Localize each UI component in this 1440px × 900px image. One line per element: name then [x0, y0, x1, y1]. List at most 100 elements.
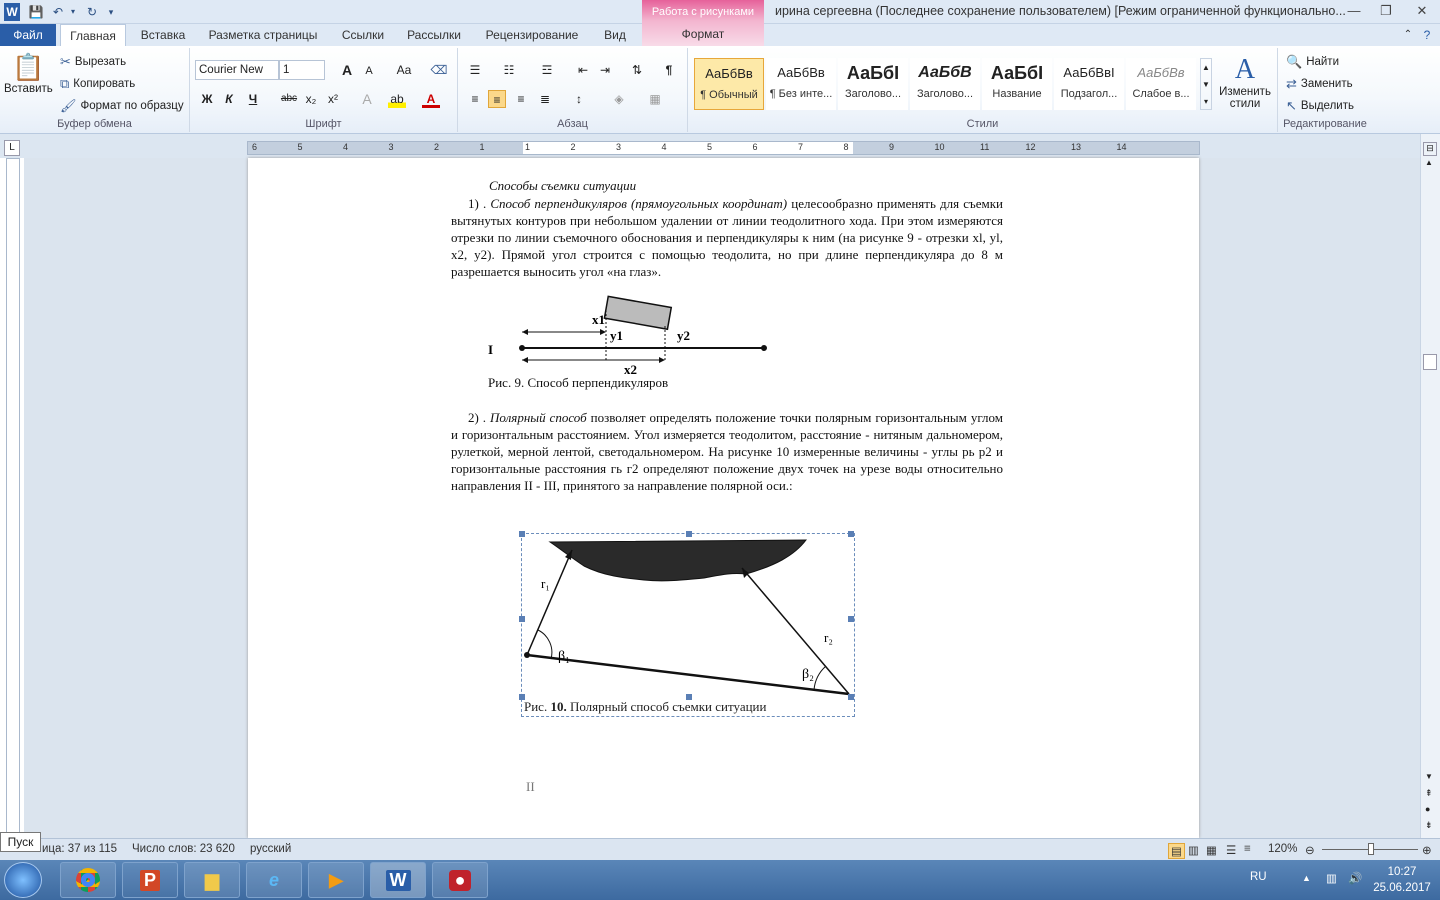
clock-time[interactable]: 10:27 — [1372, 866, 1432, 878]
style-heading1[interactable]: АаБбI Заголово... — [838, 58, 908, 110]
change-case-button[interactable]: Aa — [390, 61, 418, 79]
shading-icon[interactable]: ◈ — [610, 90, 628, 108]
resize-handle[interactable] — [519, 531, 525, 537]
strikethrough-button[interactable]: abc — [278, 90, 300, 108]
tab-home[interactable]: Главная — [60, 24, 126, 47]
start-button[interactable] — [4, 862, 42, 898]
font-name-select[interactable]: Courier New — [195, 60, 279, 80]
styles-scroll-icon[interactable]: ▲ ▼ ▾ — [1200, 58, 1212, 110]
underline-button[interactable]: Ч — [244, 90, 262, 108]
redo-icon[interactable]: ↻ — [84, 3, 100, 21]
cut-button[interactable]: ✂ Вырезать — [60, 54, 126, 70]
highlight-icon[interactable]: ab — [388, 90, 406, 108]
record-app-icon[interactable]: ● — [432, 862, 488, 898]
resize-handle[interactable] — [848, 531, 854, 537]
reading-view-icon[interactable]: ▥ — [1188, 843, 1199, 857]
volume-icon[interactable]: 🔊 — [1348, 871, 1362, 885]
style-normal[interactable]: АаБбВв ¶ Обычный — [694, 58, 764, 110]
scroll-thumb[interactable] — [1423, 354, 1437, 370]
view-ruler-icon[interactable]: ⊟ — [1423, 142, 1437, 156]
sort-icon[interactable]: ⇅ — [628, 61, 646, 79]
show-marks-icon[interactable]: ¶ — [660, 61, 678, 79]
paragraph-2[interactable]: 2) . Полярный способ позволяет определят… — [451, 409, 1003, 494]
tab-view[interactable]: Вид — [596, 24, 634, 46]
tab-insert[interactable]: Вставка — [134, 24, 192, 46]
resize-handle[interactable] — [848, 694, 854, 700]
align-right-icon[interactable]: ≡ — [512, 90, 530, 108]
help-caret-icon[interactable]: ⌃ — [1400, 24, 1416, 46]
resize-handle[interactable] — [686, 531, 692, 537]
font-color-icon[interactable]: A — [422, 90, 440, 108]
change-styles-button[interactable]: A Изменить стили — [1216, 54, 1274, 110]
word-app-icon[interactable]: W — [4, 3, 20, 21]
minimize-icon[interactable]: — — [1340, 2, 1368, 20]
language-indicator[interactable]: RU — [1250, 871, 1267, 883]
find-button[interactable]: 🔍 Найти — [1286, 54, 1339, 70]
customize-qat-icon[interactable]: ▾ — [106, 3, 116, 21]
justify-icon[interactable]: ≣ — [536, 90, 554, 108]
numbering-icon[interactable]: ☷ — [500, 61, 518, 79]
figure-9-diagram[interactable]: x1 y1 y2 x2 I — [484, 292, 784, 378]
decrease-indent-icon[interactable]: ⇤ — [574, 61, 592, 79]
context-tab-picture-tools[interactable]: Работа с рисунками Формат — [642, 0, 764, 46]
replace-button[interactable]: ⇄ Заменить — [1286, 76, 1353, 92]
tab-file[interactable]: Файл — [0, 24, 56, 46]
tab-selector-icon[interactable]: L — [4, 140, 20, 156]
tray-expand-icon[interactable]: ▲ — [1302, 873, 1311, 883]
multilevel-list-icon[interactable]: ☲ — [538, 61, 556, 79]
web-view-icon[interactable]: ▦ — [1206, 843, 1217, 857]
line-spacing-icon[interactable]: ↕ — [570, 90, 588, 108]
vertical-ruler[interactable] — [6, 158, 20, 838]
horizontal-ruler[interactable]: 6 5 4 3 2 1 1 2 3 4 5 6 7 8 9 10 11 12 13 14 — [247, 141, 1200, 155]
bold-button[interactable]: Ж — [198, 90, 216, 108]
tab-mailings[interactable]: Рассылки — [400, 24, 468, 46]
clock-date[interactable]: 25.06.2017 — [1364, 882, 1440, 894]
style-no-spacing[interactable]: АаБбВв ¶ Без инте... — [766, 58, 836, 110]
figure-10-selection[interactable]: r₁ r₂ β₁ β₂ Рис. 10. Полярный способ съе… — [519, 531, 855, 717]
resize-handle[interactable] — [519, 616, 525, 622]
prev-page-icon[interactable]: ⇞ — [1425, 788, 1433, 799]
shrink-font-button[interactable]: A — [360, 62, 378, 80]
zoom-level[interactable]: 120% — [1268, 843, 1297, 855]
media-player-icon[interactable]: ▶ — [308, 862, 364, 898]
paragraph-1[interactable]: 1) . Способ перпендикуляров (прямоугольн… — [451, 195, 1003, 280]
print-layout-icon[interactable]: ▤ — [1168, 843, 1185, 859]
explorer-icon[interactable]: ▆ — [184, 862, 240, 898]
word-taskbar-icon[interactable]: W — [370, 862, 426, 898]
style-subtitle[interactable]: АаБбВвI Подзагол... — [1054, 58, 1124, 110]
internet-explorer-icon[interactable]: e — [246, 862, 302, 898]
zoom-out-icon[interactable]: ⊖ — [1305, 843, 1315, 857]
page-counter[interactable]: ица: 37 из 115 — [42, 843, 117, 855]
font-size-select[interactable]: 1 — [279, 60, 325, 80]
resize-handle[interactable] — [848, 616, 854, 622]
increase-indent-icon[interactable]: ⇥ — [596, 61, 614, 79]
grow-font-button[interactable]: A — [338, 61, 356, 79]
borders-icon[interactable]: ▦ — [646, 90, 664, 108]
superscript-button[interactable]: x² — [324, 90, 342, 108]
undo-icon[interactable]: ↶ — [50, 3, 66, 21]
undo-dropdown-icon[interactable]: ▾ — [68, 3, 78, 21]
powerpoint-icon[interactable]: P — [122, 862, 178, 898]
style-title[interactable]: АаБбI Название — [982, 58, 1052, 110]
zoom-in-icon[interactable]: ⊕ — [1422, 843, 1432, 857]
clear-format-icon[interactable]: ⌫ — [430, 61, 448, 79]
tab-references[interactable]: Ссылки — [334, 24, 392, 46]
browse-object-icon[interactable]: ● — [1425, 804, 1430, 814]
outline-view-icon[interactable]: ☰ — [1226, 843, 1236, 857]
tab-review[interactable]: Рецензирование — [478, 24, 586, 46]
draft-view-icon[interactable]: ≡ — [1244, 843, 1251, 855]
scroll-down-icon[interactable]: ▼ — [1425, 772, 1433, 781]
bullets-icon[interactable]: ☰ — [466, 61, 484, 79]
style-subtle[interactable]: АаБбВв Слабое в... — [1126, 58, 1196, 110]
format-painter-button[interactable]: 🖌 Формат по образцу — [60, 98, 184, 114]
zoom-slider-thumb[interactable] — [1368, 843, 1374, 855]
scroll-up-icon[interactable]: ▲ — [1425, 158, 1433, 167]
tab-format[interactable]: Формат — [642, 27, 764, 41]
chrome-icon[interactable] — [60, 862, 116, 898]
style-heading2[interactable]: АаБбВ Заголово... — [910, 58, 980, 110]
next-page-icon[interactable]: ⇟ — [1425, 820, 1433, 831]
vertical-scrollbar[interactable]: ⊟ ▲ ▼ ⇞ ● ⇟ — [1420, 134, 1440, 838]
tab-page-layout[interactable]: Разметка страницы — [200, 24, 326, 46]
align-left-icon[interactable]: ≡ — [466, 90, 484, 108]
restore-icon[interactable]: ❐ — [1372, 2, 1400, 20]
